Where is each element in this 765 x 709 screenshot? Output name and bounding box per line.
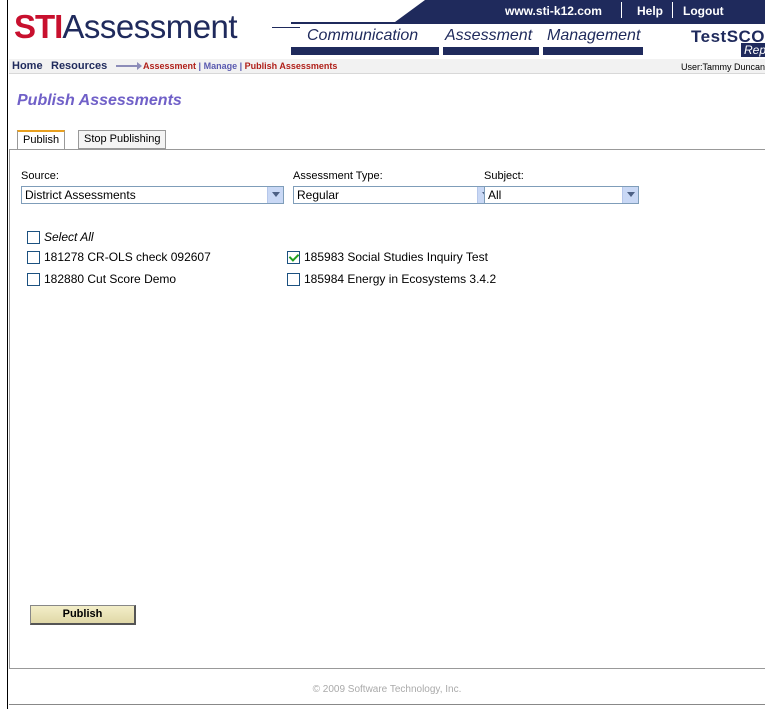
publish-panel: Source: District Assessments Assessment … [9, 149, 765, 669]
nav-rule [291, 22, 765, 24]
assessment-checkbox[interactable] [287, 273, 300, 286]
window-left-border [0, 0, 8, 709]
assessment-label: 181278 CR-OLS check 092607 [44, 250, 211, 264]
assessment-checkbox-checked[interactable] [287, 251, 300, 264]
breadcrumb-path: Assessment | Manage | Publish Assessment… [143, 61, 338, 71]
breadcrumb-publish: Publish Assessments [244, 61, 338, 71]
assessment-label: 185983 Social Studies Inquiry Test [304, 250, 488, 264]
logo[interactable]: STIAssessment [14, 8, 238, 45]
link-help[interactable]: Help [637, 4, 663, 18]
assessment-checkbox[interactable] [27, 273, 40, 286]
assessment-type-label: Assessment Type: [293, 170, 383, 182]
assessment-label: 185984 Energy in Ecosystems 3.4.2 [304, 272, 497, 286]
breadcrumb-assessment[interactable]: Assessment [143, 61, 196, 71]
logo-assessment: Assessment [62, 8, 238, 45]
arrow-right-icon [116, 62, 142, 70]
breadcrumb-home[interactable]: Home [12, 60, 43, 72]
page-title: Publish Assessments [17, 92, 182, 109]
breadcrumb: Home Resources Assessment | Manage | Pub… [9, 59, 765, 74]
nav-testscope-reports[interactable]: Reports [741, 43, 765, 57]
subject-label: Subject: [484, 170, 524, 182]
select-all-checkbox[interactable] [27, 231, 40, 244]
nav-underbar [291, 47, 439, 55]
header: STIAssessment www.sti-k12.com Help Logou… [9, 0, 765, 57]
user-label: User:Tammy Duncan [680, 62, 765, 72]
bottom-divider [9, 704, 765, 705]
footer-copyright: © 2009 Software Technology, Inc. [312, 684, 462, 695]
source-select[interactable]: District Assessments [21, 186, 284, 204]
top-links-divider [621, 2, 622, 18]
top-links-bar: www.sti-k12.com Help Logout [395, 0, 765, 22]
assessment-label: 182880 Cut Score Demo [44, 272, 177, 286]
top-links-divider [672, 2, 673, 18]
tab-stop-publishing[interactable]: Stop Publishing [78, 130, 167, 149]
tab-publish[interactable]: Publish [17, 130, 66, 150]
subject-select[interactable]: All [484, 186, 639, 204]
breadcrumb-manage[interactable]: Manage [204, 61, 238, 71]
nav-communication[interactable]: Communication [307, 27, 418, 45]
page: STIAssessment www.sti-k12.com Help Logou… [9, 0, 765, 709]
select-all-label: Select All [44, 230, 94, 244]
chevron-down-icon [622, 187, 638, 203]
chevron-down-icon [267, 187, 283, 203]
nav-assessment[interactable]: Assessment [445, 27, 532, 45]
main-nav: Communication Assessment Management Test… [291, 27, 765, 57]
logo-sti: STI [14, 8, 63, 45]
source-label: Source: [21, 170, 59, 182]
nav-underbar [543, 47, 643, 55]
assessment-type-select[interactable]: Regular [293, 186, 494, 204]
nav-underbar [443, 47, 539, 55]
nav-management[interactable]: Management [547, 27, 640, 45]
publish-button[interactable]: Publish [30, 605, 136, 625]
breadcrumb-resources[interactable]: Resources [51, 60, 107, 72]
link-logout[interactable]: Logout [683, 4, 724, 18]
link-sti-k12[interactable]: www.sti-k12.com [505, 4, 602, 18]
assessment-checkbox[interactable] [27, 251, 40, 264]
